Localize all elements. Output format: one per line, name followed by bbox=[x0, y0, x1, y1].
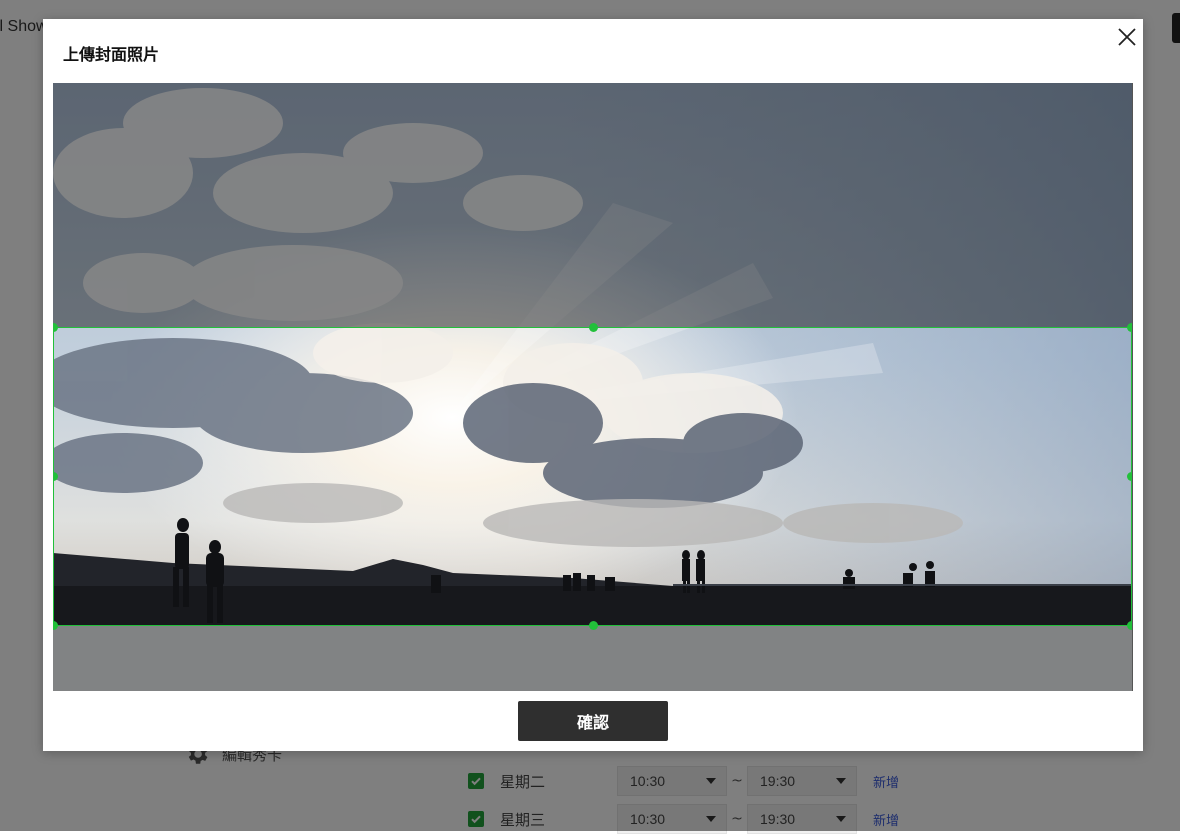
crop-handle-bottom-right[interactable] bbox=[1127, 621, 1132, 630]
crop-selection-box[interactable] bbox=[53, 323, 1132, 630]
crop-handle-middle-left[interactable] bbox=[53, 472, 58, 481]
crop-handle-top-center[interactable] bbox=[589, 323, 598, 332]
crop-handle-middle-right[interactable] bbox=[1127, 472, 1132, 481]
upload-cover-modal: 上傳封面照片 確認 bbox=[43, 19, 1143, 751]
image-crop-area[interactable] bbox=[53, 83, 1133, 691]
crop-handle-top-right[interactable] bbox=[1127, 323, 1132, 332]
modal-title: 上傳封面照片 bbox=[63, 45, 160, 64]
confirm-button[interactable]: 確認 bbox=[518, 701, 668, 741]
close-icon[interactable] bbox=[1115, 25, 1139, 49]
crop-handle-top-left[interactable] bbox=[53, 323, 58, 332]
crop-mask-bottom bbox=[53, 626, 1132, 691]
crop-mask-top bbox=[53, 83, 1132, 327]
crop-handle-bottom-center[interactable] bbox=[589, 621, 598, 630]
